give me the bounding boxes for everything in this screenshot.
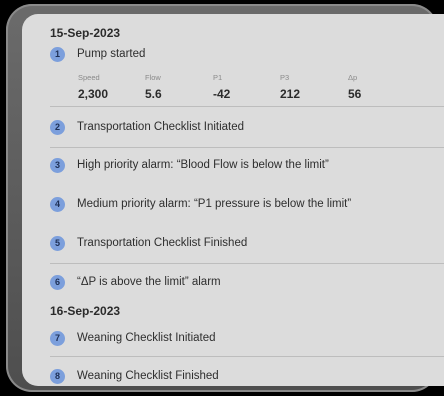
param-value: -42 [213,87,231,101]
event-number-badge: 3 [50,157,65,173]
event-item-1[interactable]: 1 Pump started [50,42,444,66]
event-text: Weaning Checklist Initiated [77,332,216,344]
param-label: P1 [213,73,223,82]
event-item-5[interactable]: 5 Transportation Checklist Finished [50,231,444,255]
divider [50,147,444,148]
param-flow: Flow 5.6 [145,73,162,101]
event-item-8[interactable]: 8 Weaning Checklist Finished [50,364,444,386]
param-value: 56 [348,87,362,101]
event-item-4[interactable]: 4 Medium priority alarm: “P1 pressure is… [50,192,444,216]
param-label: P3 [280,73,290,82]
divider [50,263,444,264]
event-item-2[interactable]: 2 Transportation Checklist Initiated [50,115,444,139]
event-number-badge: 8 [50,368,65,384]
param-value: 212 [280,87,301,101]
event-text: Medium priority alarm: “P1 pressure is b… [77,198,352,210]
param-label: Flow [145,73,161,82]
event-number-badge: 6 [50,274,65,290]
event-item-3[interactable]: 3 High priority alarm: “Blood Flow is be… [50,153,444,177]
event-text: Transportation Checklist Initiated [77,121,245,133]
divider [50,356,444,357]
device-frame: 15-Sep-2023 1 Pump started Speed 2,300 F… [6,4,444,392]
event-number-badge: 5 [50,235,65,251]
divider [50,106,444,107]
param-value: 5.6 [145,87,162,101]
param-value: 2,300 [78,87,109,101]
event-item-6[interactable]: 6 “ΔP is above the limit” alarm [50,270,444,294]
event-number-badge: 2 [50,119,65,135]
event-text: Transportation Checklist Finished [77,237,248,249]
param-label: Speed [78,73,100,82]
event-number-badge: 1 [50,46,65,62]
param-delta-p: Δp 56 [348,73,361,101]
event-text: Pump started [77,48,146,60]
param-p3: P3 212 [280,73,300,101]
event-number-badge: 7 [50,330,65,346]
event-text: High priority alarm: “Blood Flow is belo… [77,159,329,171]
event-log-panel[interactable]: 15-Sep-2023 1 Pump started Speed 2,300 F… [22,14,444,386]
event-text: “ΔP is above the limit” alarm [77,276,221,288]
event-number-badge: 4 [50,196,65,212]
date-header: 16-Sep-2023 [50,304,121,318]
param-label: Δp [348,73,358,82]
date-header: 15-Sep-2023 [50,26,121,40]
event-text: Weaning Checklist Finished [77,370,219,382]
param-p1: P1 -42 [213,73,230,101]
param-speed: Speed 2,300 [78,73,108,101]
event-item-7[interactable]: 7 Weaning Checklist Initiated [50,326,444,350]
